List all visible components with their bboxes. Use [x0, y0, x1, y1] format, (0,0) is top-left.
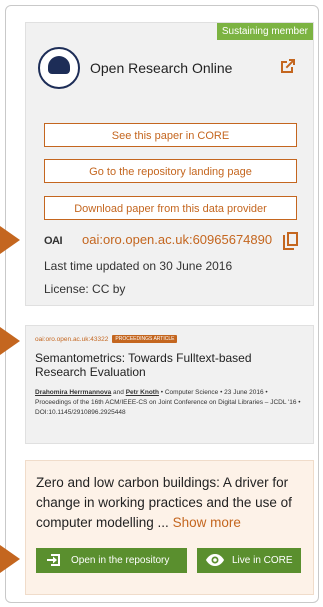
live-in-core-button[interactable]: Live in CORE [197, 548, 301, 573]
copy-icon[interactable] [282, 231, 300, 251]
open-in-repository-button[interactable]: Open in the repository [36, 548, 187, 573]
sustaining-member-badge: Sustaining member [216, 23, 313, 40]
show-more-link[interactable]: Show more [173, 515, 241, 530]
repository-logo [38, 47, 80, 89]
paper-oai-row: oai:oro.open.ac.uk:43322 PROCEEDINGS ARTI… [35, 335, 178, 343]
eye-icon [206, 554, 224, 566]
last-updated-text: Last time updated on 30 June 2016 [44, 259, 233, 273]
oai-row: OAI oai:oro.open.ac.uk:60965674890 [44, 231, 314, 251]
pointer-arrow-1 [0, 226, 20, 254]
paper-card: oai:oro.open.ac.uk:43322 PROCEEDINGS ARTI… [25, 325, 314, 444]
author-link[interactable]: Drahomira Herrmannova [35, 389, 111, 396]
paper-meta: Drahomira Herrmannova and Petr Knoth • C… [35, 389, 301, 416]
oai-identifier-link[interactable]: oai:oro.open.ac.uk:60965674890 [82, 232, 272, 247]
repository-landing-button[interactable]: Go to the repository landing page [44, 159, 297, 183]
proceedings-pill: PROCEEDINGS ARTICLE [112, 335, 178, 343]
see-in-core-button[interactable]: See this paper in CORE [44, 123, 297, 147]
oai-logo: OAI [44, 235, 63, 247]
repository-card: Sustaining member Open Research Online S… [25, 22, 314, 306]
output-title: Zero and low carbon buildings: A driver … [36, 475, 292, 530]
external-link-icon[interactable] [279, 57, 297, 75]
pointer-arrow-2 [0, 327, 20, 355]
license-text: License: CC by [44, 282, 126, 296]
download-paper-button[interactable]: Download paper from this data provider [44, 196, 297, 220]
pointer-arrow-3 [0, 545, 20, 573]
paper-oai-id[interactable]: oai:oro.open.ac.uk:43322 [35, 336, 108, 343]
author-link[interactable]: Petr Knoth [126, 389, 159, 396]
enter-icon [47, 554, 60, 566]
repository-name[interactable]: Open Research Online [90, 60, 232, 76]
paper-title[interactable]: Semantometrics: Towards Fulltext-based R… [35, 351, 300, 379]
output-card: Zero and low carbon buildings: A driver … [25, 460, 314, 595]
